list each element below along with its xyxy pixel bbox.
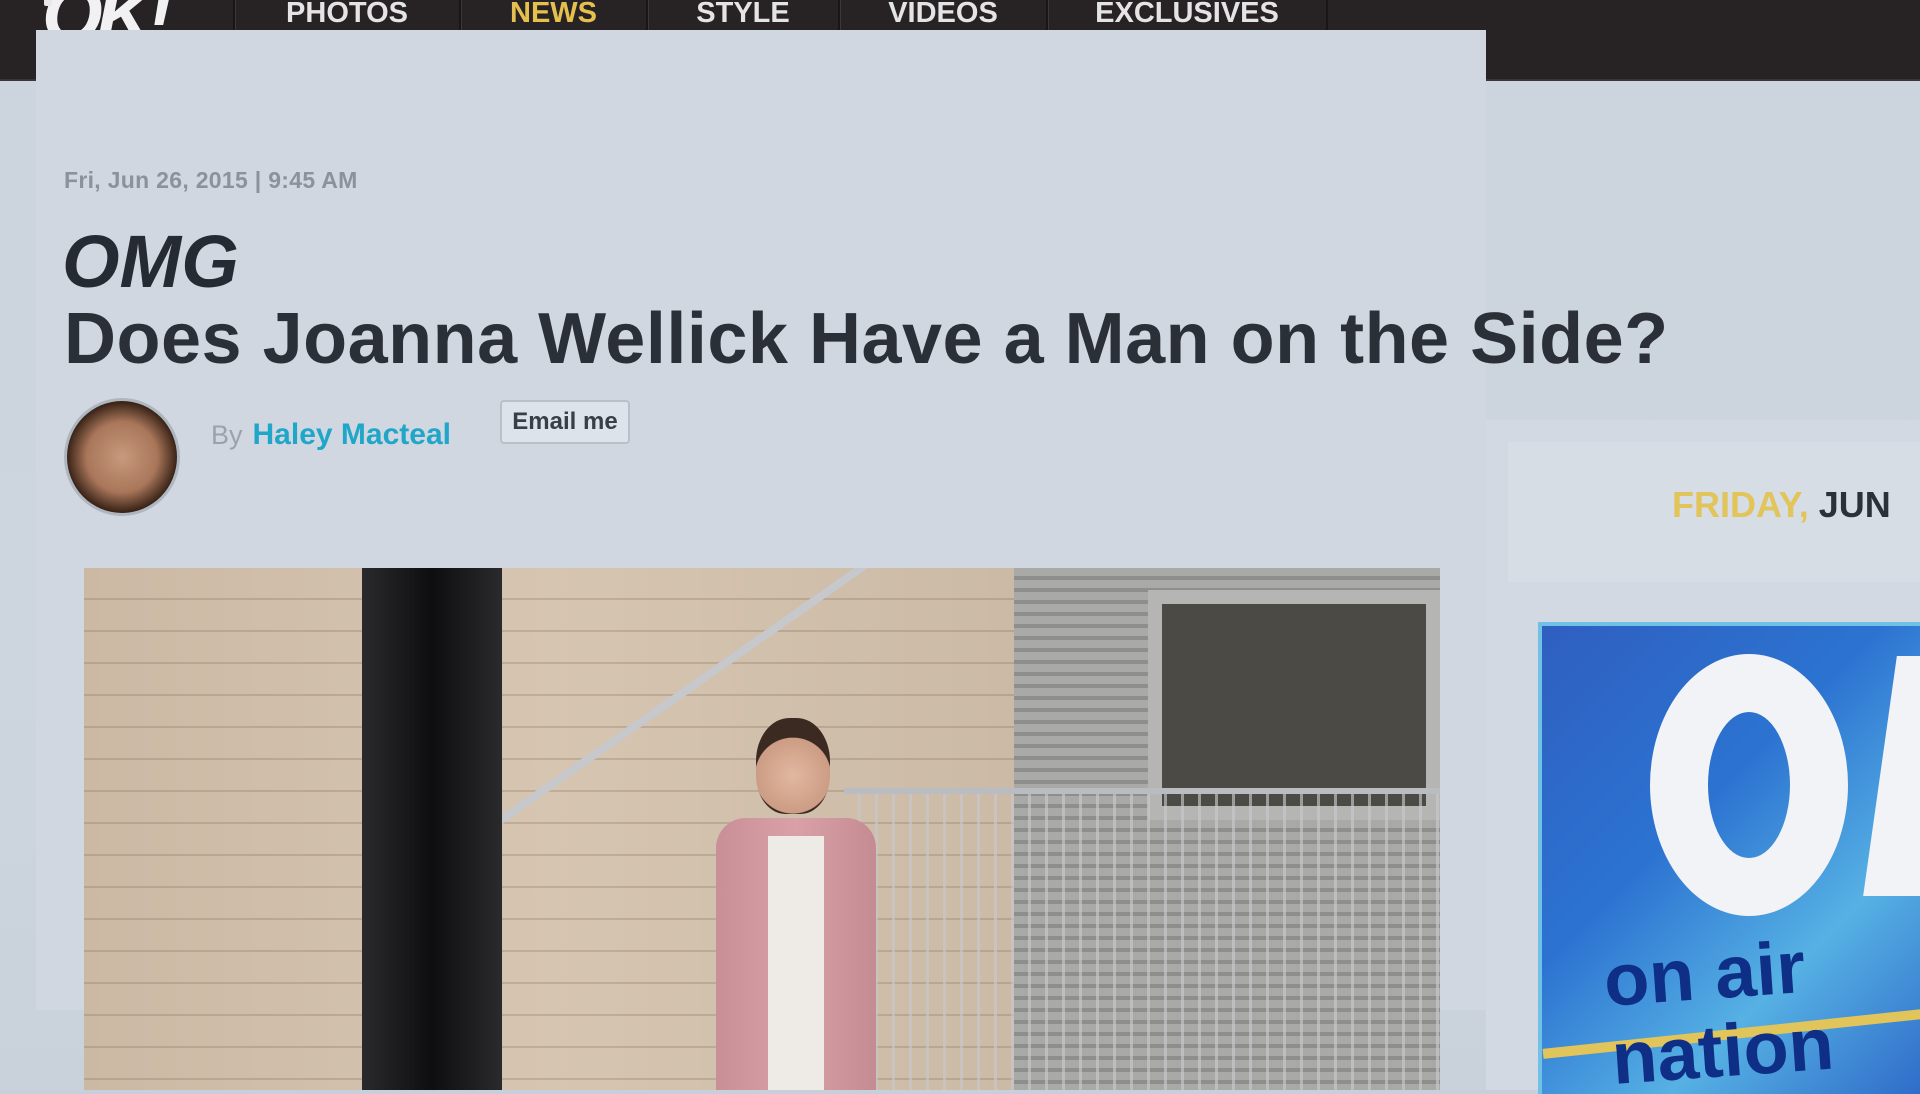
sidebar-date-rest: JUN	[1818, 484, 1891, 525]
article-headline: Does Joanna Wellick Have a Man on the Si…	[64, 299, 1669, 379]
hero-window	[1148, 590, 1440, 820]
hero-person	[696, 718, 886, 1090]
promo-logo-o	[1650, 654, 1848, 916]
sidebar-date: FRIDAY, JUN	[1672, 484, 1891, 526]
article-dateline: Fri, Jun 26, 2015 | 9:45 AM	[64, 167, 358, 193]
on-air-nation-promo[interactable]: on air nation	[1538, 622, 1920, 1094]
article-kicker: OMG	[62, 220, 239, 303]
article-hero-image[interactable]	[84, 568, 1440, 1090]
email-me-button[interactable]: Email me	[500, 400, 630, 444]
sidebar-date-day: FRIDAY,	[1672, 484, 1809, 525]
article-byline: By Haley Macteal	[211, 418, 451, 452]
hero-pole	[362, 568, 502, 1090]
person-shirt	[768, 836, 824, 1090]
author-link[interactable]: Haley Macteal	[253, 418, 451, 452]
promo-logo-k	[1863, 656, 1920, 896]
logo-mark	[44, 0, 52, 6]
byline-prefix: By	[211, 420, 243, 450]
person-head	[756, 718, 830, 814]
author-avatar[interactable]	[64, 398, 180, 516]
hero-railing	[844, 788, 1440, 1090]
promo-line-2: nation	[1609, 1001, 1837, 1094]
